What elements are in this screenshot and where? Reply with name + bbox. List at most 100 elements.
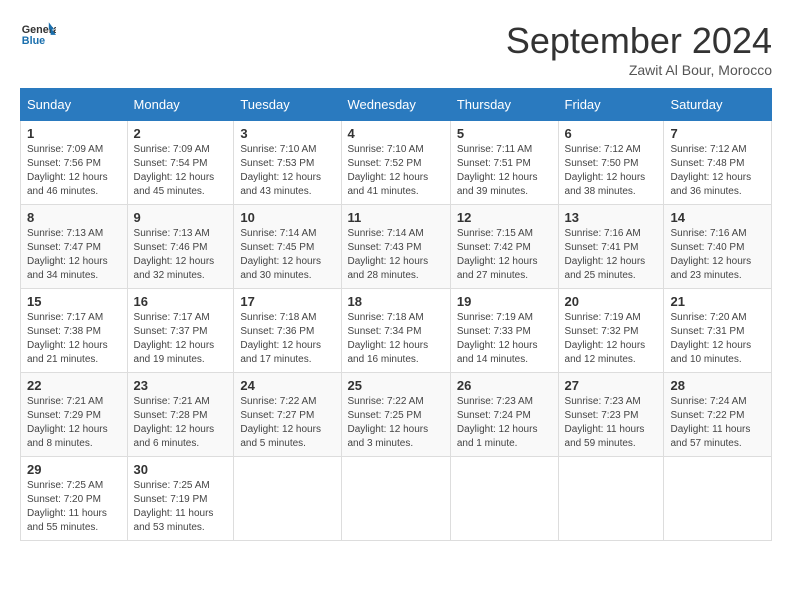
day-info: Sunrise: 7:14 AM Sunset: 7:43 PM Dayligh… xyxy=(348,227,444,283)
day-cell-25: 25 Sunrise: 7:22 AM Sunset: 7:25 PM Dayl… xyxy=(341,373,450,457)
day-info: Sunrise: 7:18 AM Sunset: 7:36 PM Dayligh… xyxy=(240,311,334,367)
day-number: 24 xyxy=(240,378,334,393)
day-number: 16 xyxy=(134,294,228,309)
day-number: 29 xyxy=(27,462,121,477)
day-number: 23 xyxy=(134,378,228,393)
day-number: 14 xyxy=(670,210,765,225)
day-cell-23: 23 Sunrise: 7:21 AM Sunset: 7:28 PM Dayl… xyxy=(127,373,234,457)
day-cell-13: 13 Sunrise: 7:16 AM Sunset: 7:41 PM Dayl… xyxy=(558,205,664,289)
logo: General Blue xyxy=(20,20,56,48)
week-row-4: 22 Sunrise: 7:21 AM Sunset: 7:29 PM Dayl… xyxy=(21,373,772,457)
day-info: Sunrise: 7:13 AM Sunset: 7:47 PM Dayligh… xyxy=(27,227,121,283)
day-info: Sunrise: 7:13 AM Sunset: 7:46 PM Dayligh… xyxy=(134,227,228,283)
week-row-5: 29 Sunrise: 7:25 AM Sunset: 7:20 PM Dayl… xyxy=(21,457,772,541)
day-cell-15: 15 Sunrise: 7:17 AM Sunset: 7:38 PM Dayl… xyxy=(21,289,128,373)
weekday-header-row: Sunday Monday Tuesday Wednesday Thursday… xyxy=(21,89,772,121)
day-cell-9: 9 Sunrise: 7:13 AM Sunset: 7:46 PM Dayli… xyxy=(127,205,234,289)
day-info: Sunrise: 7:24 AM Sunset: 7:22 PM Dayligh… xyxy=(670,395,765,451)
title-section: September 2024 Zawit Al Bour, Morocco xyxy=(506,20,772,78)
header-thursday: Thursday xyxy=(450,89,558,121)
day-number: 26 xyxy=(457,378,552,393)
day-cell-30: 30 Sunrise: 7:25 AM Sunset: 7:19 PM Dayl… xyxy=(127,457,234,541)
day-cell-21: 21 Sunrise: 7:20 AM Sunset: 7:31 PM Dayl… xyxy=(664,289,772,373)
day-cell-2: 2 Sunrise: 7:09 AM Sunset: 7:54 PM Dayli… xyxy=(127,121,234,205)
day-number: 27 xyxy=(565,378,658,393)
header-sunday: Sunday xyxy=(21,89,128,121)
day-info: Sunrise: 7:22 AM Sunset: 7:25 PM Dayligh… xyxy=(348,395,444,451)
header-friday: Friday xyxy=(558,89,664,121)
day-number: 19 xyxy=(457,294,552,309)
empty-cell xyxy=(558,457,664,541)
empty-cell xyxy=(341,457,450,541)
day-info: Sunrise: 7:17 AM Sunset: 7:37 PM Dayligh… xyxy=(134,311,228,367)
day-cell-16: 16 Sunrise: 7:17 AM Sunset: 7:37 PM Dayl… xyxy=(127,289,234,373)
day-number: 28 xyxy=(670,378,765,393)
day-cell-14: 14 Sunrise: 7:16 AM Sunset: 7:40 PM Dayl… xyxy=(664,205,772,289)
day-number: 6 xyxy=(565,126,658,141)
day-cell-12: 12 Sunrise: 7:15 AM Sunset: 7:42 PM Dayl… xyxy=(450,205,558,289)
day-number: 18 xyxy=(348,294,444,309)
day-cell-10: 10 Sunrise: 7:14 AM Sunset: 7:45 PM Dayl… xyxy=(234,205,341,289)
day-number: 7 xyxy=(670,126,765,141)
day-number: 21 xyxy=(670,294,765,309)
day-info: Sunrise: 7:21 AM Sunset: 7:28 PM Dayligh… xyxy=(134,395,228,451)
day-info: Sunrise: 7:14 AM Sunset: 7:45 PM Dayligh… xyxy=(240,227,334,283)
day-cell-28: 28 Sunrise: 7:24 AM Sunset: 7:22 PM Dayl… xyxy=(664,373,772,457)
week-row-3: 15 Sunrise: 7:17 AM Sunset: 7:38 PM Dayl… xyxy=(21,289,772,373)
day-info: Sunrise: 7:16 AM Sunset: 7:41 PM Dayligh… xyxy=(565,227,658,283)
day-number: 4 xyxy=(348,126,444,141)
day-number: 20 xyxy=(565,294,658,309)
page-header: General Blue September 2024 Zawit Al Bou… xyxy=(20,20,772,78)
day-cell-20: 20 Sunrise: 7:19 AM Sunset: 7:32 PM Dayl… xyxy=(558,289,664,373)
day-info: Sunrise: 7:16 AM Sunset: 7:40 PM Dayligh… xyxy=(670,227,765,283)
day-cell-4: 4 Sunrise: 7:10 AM Sunset: 7:52 PM Dayli… xyxy=(341,121,450,205)
day-number: 8 xyxy=(27,210,121,225)
day-cell-17: 17 Sunrise: 7:18 AM Sunset: 7:36 PM Dayl… xyxy=(234,289,341,373)
day-number: 17 xyxy=(240,294,334,309)
day-cell-29: 29 Sunrise: 7:25 AM Sunset: 7:20 PM Dayl… xyxy=(21,457,128,541)
empty-cell xyxy=(664,457,772,541)
day-cell-3: 3 Sunrise: 7:10 AM Sunset: 7:53 PM Dayli… xyxy=(234,121,341,205)
day-info: Sunrise: 7:23 AM Sunset: 7:24 PM Dayligh… xyxy=(457,395,552,451)
day-info: Sunrise: 7:22 AM Sunset: 7:27 PM Dayligh… xyxy=(240,395,334,451)
day-cell-27: 27 Sunrise: 7:23 AM Sunset: 7:23 PM Dayl… xyxy=(558,373,664,457)
day-cell-5: 5 Sunrise: 7:11 AM Sunset: 7:51 PM Dayli… xyxy=(450,121,558,205)
day-cell-24: 24 Sunrise: 7:22 AM Sunset: 7:27 PM Dayl… xyxy=(234,373,341,457)
day-cell-1: 1 Sunrise: 7:09 AM Sunset: 7:56 PM Dayli… xyxy=(21,121,128,205)
day-info: Sunrise: 7:18 AM Sunset: 7:34 PM Dayligh… xyxy=(348,311,444,367)
day-info: Sunrise: 7:12 AM Sunset: 7:50 PM Dayligh… xyxy=(565,143,658,199)
header-monday: Monday xyxy=(127,89,234,121)
day-info: Sunrise: 7:19 AM Sunset: 7:33 PM Dayligh… xyxy=(457,311,552,367)
month-title: September 2024 xyxy=(506,20,772,62)
day-number: 15 xyxy=(27,294,121,309)
day-info: Sunrise: 7:09 AM Sunset: 7:56 PM Dayligh… xyxy=(27,143,121,199)
day-cell-8: 8 Sunrise: 7:13 AM Sunset: 7:47 PM Dayli… xyxy=(21,205,128,289)
day-number: 30 xyxy=(134,462,228,477)
day-number: 1 xyxy=(27,126,121,141)
header-wednesday: Wednesday xyxy=(341,89,450,121)
day-info: Sunrise: 7:09 AM Sunset: 7:54 PM Dayligh… xyxy=(134,143,228,199)
day-info: Sunrise: 7:10 AM Sunset: 7:53 PM Dayligh… xyxy=(240,143,334,199)
day-number: 13 xyxy=(565,210,658,225)
day-info: Sunrise: 7:21 AM Sunset: 7:29 PM Dayligh… xyxy=(27,395,121,451)
day-cell-7: 7 Sunrise: 7:12 AM Sunset: 7:48 PM Dayli… xyxy=(664,121,772,205)
empty-cell xyxy=(234,457,341,541)
week-row-2: 8 Sunrise: 7:13 AM Sunset: 7:47 PM Dayli… xyxy=(21,205,772,289)
day-number: 2 xyxy=(134,126,228,141)
day-number: 22 xyxy=(27,378,121,393)
day-cell-22: 22 Sunrise: 7:21 AM Sunset: 7:29 PM Dayl… xyxy=(21,373,128,457)
day-info: Sunrise: 7:10 AM Sunset: 7:52 PM Dayligh… xyxy=(348,143,444,199)
day-number: 3 xyxy=(240,126,334,141)
header-tuesday: Tuesday xyxy=(234,89,341,121)
empty-cell xyxy=(450,457,558,541)
day-cell-18: 18 Sunrise: 7:18 AM Sunset: 7:34 PM Dayl… xyxy=(341,289,450,373)
day-info: Sunrise: 7:11 AM Sunset: 7:51 PM Dayligh… xyxy=(457,143,552,199)
day-number: 9 xyxy=(134,210,228,225)
day-cell-19: 19 Sunrise: 7:19 AM Sunset: 7:33 PM Dayl… xyxy=(450,289,558,373)
svg-text:Blue: Blue xyxy=(22,35,45,47)
day-cell-11: 11 Sunrise: 7:14 AM Sunset: 7:43 PM Dayl… xyxy=(341,205,450,289)
week-row-1: 1 Sunrise: 7:09 AM Sunset: 7:56 PM Dayli… xyxy=(21,121,772,205)
day-number: 11 xyxy=(348,210,444,225)
logo-icon: General Blue xyxy=(20,20,56,48)
day-info: Sunrise: 7:25 AM Sunset: 7:20 PM Dayligh… xyxy=(27,479,121,535)
